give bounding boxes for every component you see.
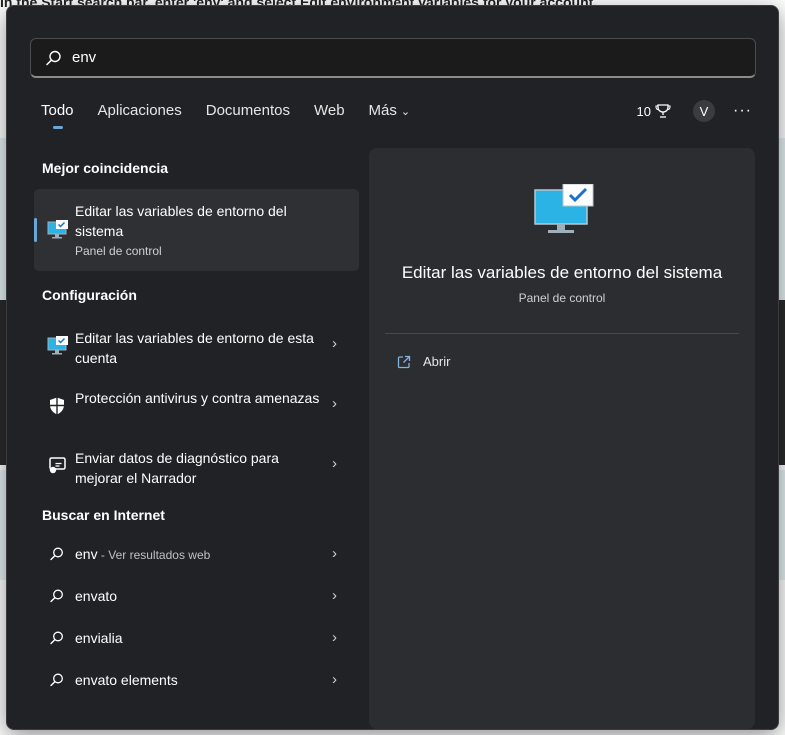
web-result-item[interactable]: envato › <box>34 577 359 617</box>
search-icon <box>49 630 65 651</box>
chevron-right-icon: › <box>332 455 337 472</box>
chevron-right-icon: › <box>332 671 337 688</box>
web-result-label: envialia <box>75 630 123 646</box>
best-match-title: Editar las variables de entorno del sist… <box>75 203 287 239</box>
open-external-icon <box>397 355 411 368</box>
chevron-right-icon: › <box>332 335 337 352</box>
tab-apps[interactable]: Aplicaciones <box>98 102 182 119</box>
chevron-right-icon: › <box>332 545 337 562</box>
detail-pane: Editar las variables de entorno del sist… <box>369 148 755 729</box>
best-match-heading: Mejor coincidencia <box>42 160 169 176</box>
monitor-icon <box>47 220 69 245</box>
best-match-subtitle: Panel de control <box>75 244 162 258</box>
search-input[interactable] <box>72 49 712 66</box>
web-result-item[interactable]: envato elements › <box>34 661 359 701</box>
web-result-label: envato <box>75 588 118 604</box>
rewards-points[interactable]: 10 <box>637 103 671 119</box>
avatar[interactable]: V <box>693 100 716 122</box>
best-match-item[interactable]: Editar las variables de entorno del sist… <box>34 189 359 271</box>
web-result-label: env <box>75 546 98 562</box>
search-flyout: Todo Aplicaciones Documentos Web Más⌄ 10… <box>6 5 779 730</box>
search-icon <box>45 49 63 67</box>
selection-indicator <box>34 218 37 242</box>
more-options-button[interactable]: ··· <box>733 102 752 120</box>
settings-item-narrator[interactable]: Enviar datos de diagnóstico para mejorar… <box>34 438 359 496</box>
settings-item-label: Editar las variables de entorno de esta … <box>75 330 314 366</box>
settings-item-label: Protección antivirus y contra amenazas <box>75 390 320 406</box>
detail-subtitle: Panel de control <box>518 291 606 305</box>
tab-web[interactable]: Web <box>314 102 345 119</box>
filter-tabs: Todo Aplicaciones Documentos Web Más ⌄ <box>41 102 434 129</box>
chevron-down-icon: ⌄ <box>400 106 411 118</box>
settings-heading: Configuración <box>42 287 137 303</box>
tab-all[interactable]: Todo <box>41 102 74 129</box>
detail-title: Editar las variables de entorno del sist… <box>401 263 723 282</box>
tab-more-label: Más <box>368 102 397 119</box>
web-search-heading: Buscar en Internet <box>42 507 165 523</box>
web-result-item[interactable]: env - Ver resultados web › <box>34 535 359 575</box>
monitor-icon <box>47 336 69 358</box>
search-icon <box>49 672 65 693</box>
search-icon <box>49 588 65 609</box>
open-action[interactable]: Abrir <box>397 354 450 369</box>
narrator-icon <box>47 456 69 478</box>
web-result-item[interactable]: envialia › <box>34 619 359 659</box>
web-result-label: envato elements <box>75 672 178 688</box>
chevron-right-icon: › <box>332 629 337 646</box>
settings-item-antivirus[interactable]: Protección antivirus y contra amenazas › <box>34 378 359 436</box>
chevron-right-icon: › <box>332 395 337 412</box>
tab-more[interactable]: Más ⌄ <box>369 102 411 119</box>
header-actions: 10 V ··· <box>637 100 752 122</box>
chevron-right-icon: › <box>332 587 337 604</box>
trophy-icon <box>655 104 671 118</box>
shield-icon <box>47 396 69 418</box>
settings-item-label: Enviar datos de diagnóstico para mejorar… <box>75 450 279 486</box>
open-action-label: Abrir <box>423 354 451 369</box>
rewards-points-value: 10 <box>636 103 652 119</box>
tab-documents[interactable]: Documentos <box>206 102 290 119</box>
web-result-hint: - Ver resultados web <box>97 548 211 562</box>
environment-variables-icon <box>533 183 595 243</box>
divider <box>385 333 739 334</box>
search-icon <box>49 546 65 567</box>
search-box[interactable] <box>30 38 756 78</box>
settings-item-env-account[interactable]: Editar las variables de entorno de esta … <box>34 318 359 376</box>
